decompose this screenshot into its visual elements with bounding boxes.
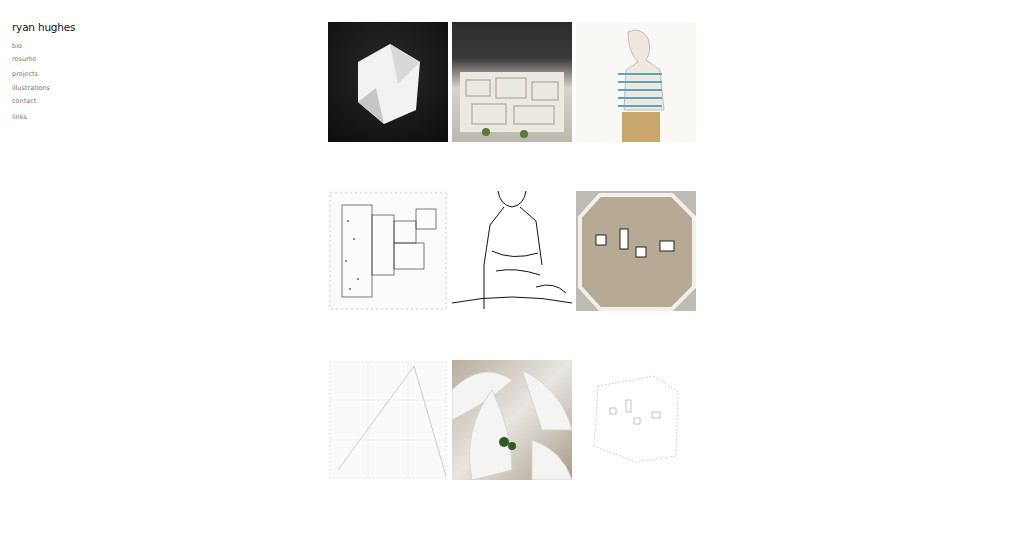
sidebar: ryan hughes bio resume projects illustratio…: [0, 0, 328, 480]
nav-link[interactable]: resume: [12, 55, 328, 64]
nav-link[interactable]: projects: [12, 70, 328, 79]
nav-link[interactable]: contact: [12, 97, 328, 106]
nav-link[interactable]: links: [12, 113, 328, 122]
thumbnail[interactable]: [328, 360, 448, 480]
thumbnail[interactable]: [328, 191, 448, 311]
thumbnail[interactable]: [576, 360, 696, 480]
thumbnail[interactable]: [576, 191, 696, 311]
site-title[interactable]: ryan hughes: [12, 20, 328, 34]
thumbnail[interactable]: [576, 22, 696, 142]
nav-menu: bio resume projects illustrations contact lin…: [12, 42, 328, 122]
thumbnail[interactable]: [452, 360, 572, 480]
gallery: [328, 0, 696, 480]
thumbnail[interactable]: [452, 22, 572, 142]
nav-link[interactable]: bio: [12, 42, 328, 51]
thumbnail[interactable]: [328, 22, 448, 142]
thumbnail[interactable]: [452, 191, 572, 311]
nav-link[interactable]: illustrations: [12, 84, 328, 93]
